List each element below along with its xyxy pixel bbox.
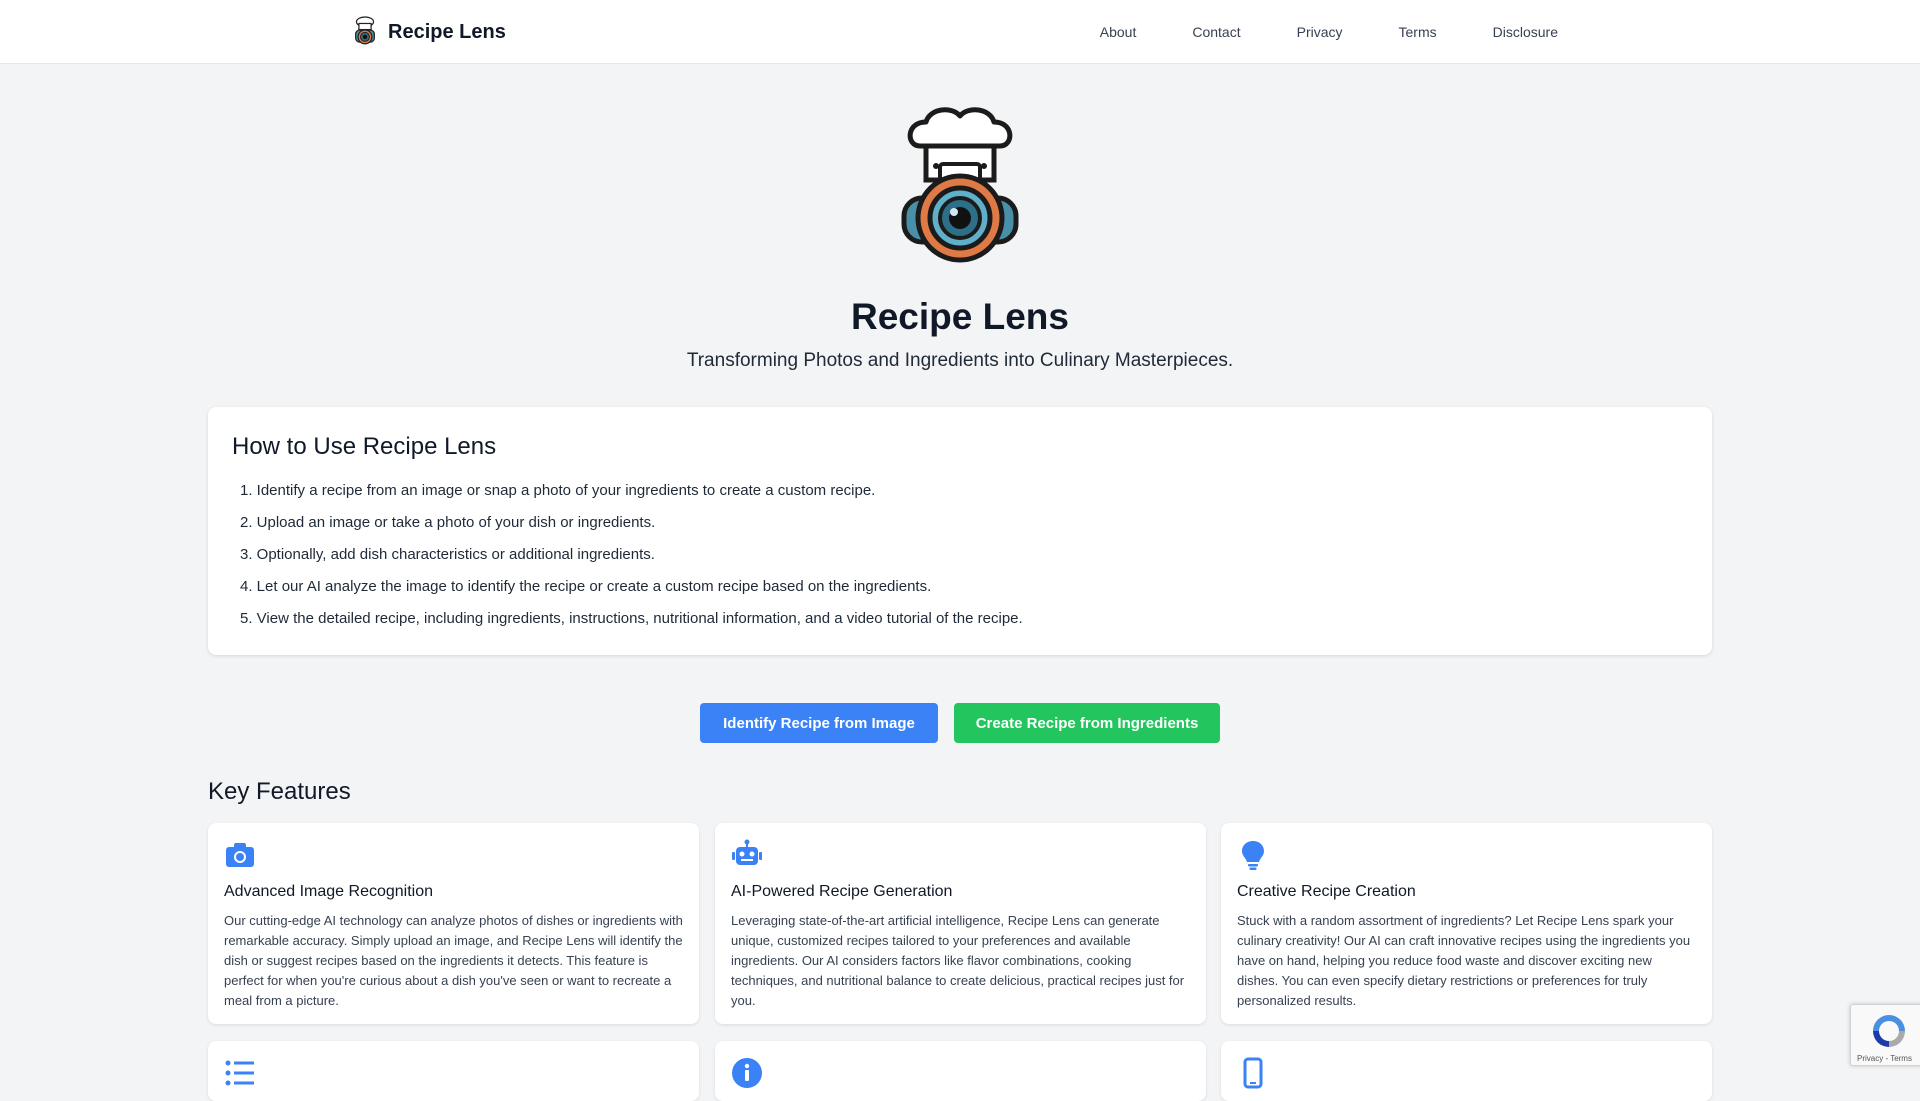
chef-camera-logo-icon: [355, 16, 375, 45]
feature-card: [208, 1041, 699, 1101]
identify-recipe-button[interactable]: Identify Recipe from Image: [700, 703, 938, 743]
nav-contact[interactable]: Contact: [1192, 24, 1240, 40]
hero-logo-icon: [901, 107, 1019, 263]
how-to-step: 3. Optionally, add dish characteristics …: [240, 546, 655, 563]
how-to-step: 1. Identify a recipe from an image or sn…: [240, 482, 876, 499]
recaptcha-links[interactable]: Privacy - Terms: [1857, 1054, 1912, 1063]
feature-card: AI-Powered Recipe Generation Leveraging …: [715, 823, 1206, 1024]
brand-name: Recipe Lens: [388, 20, 506, 43]
nav-disclosure[interactable]: Disclosure: [1493, 24, 1558, 40]
hero-title: Recipe Lens: [851, 296, 1069, 337]
camera-icon: [226, 843, 254, 867]
nav-about[interactable]: About: [1100, 24, 1137, 40]
how-to-step: 2. Upload an image or take a photo of yo…: [240, 514, 656, 531]
how-to-step: 5. View the detailed recipe, including i…: [240, 610, 1023, 627]
feature-title: Creative Recipe Creation: [1237, 883, 1416, 900]
feature-text: Our cutting-edge AI technology can analy…: [224, 913, 683, 1008]
feature-title: Advanced Image Recognition: [224, 883, 434, 900]
create-recipe-button[interactable]: Create Recipe from Ingredients: [954, 703, 1220, 743]
how-to-card: How to Use Recipe Lens 1. Identify a rec…: [208, 407, 1712, 655]
feature-card: [715, 1041, 1206, 1101]
recaptcha-badge[interactable]: Privacy - Terms: [1850, 1004, 1920, 1066]
nav-terms[interactable]: Terms: [1399, 24, 1437, 40]
robot-icon: [732, 839, 762, 865]
feature-card: [1221, 1041, 1712, 1101]
brand-link[interactable]: Recipe Lens: [352, 12, 506, 52]
hero-tagline: Transforming Photos and Ingredients into…: [686, 350, 1234, 371]
feature-card: Creative Recipe Creation Stuck with a ra…: [1221, 823, 1712, 1024]
top-nav: About Contact Privacy Terms Disclosure: [1100, 0, 1558, 64]
nav-privacy[interactable]: Privacy: [1297, 24, 1343, 40]
lightbulb-icon: [1242, 841, 1264, 870]
feature-title: AI-Powered Recipe Generation: [731, 883, 953, 900]
mobile-icon: [1243, 1057, 1263, 1089]
key-features-title: Key Features: [208, 778, 351, 805]
feature-text: Stuck with a random assortment of ingred…: [1237, 913, 1691, 1008]
how-to-step: 4. Let our AI analyze the image to ident…: [240, 578, 932, 595]
feature-card: Advanced Image Recognition Our cutting-e…: [208, 823, 699, 1024]
list-icon: [225, 1060, 254, 1086]
how-to-title: How to Use Recipe Lens: [232, 433, 497, 460]
site-header: Recipe Lens About Contact Privacy Terms …: [0, 0, 1920, 64]
info-icon: [732, 1058, 762, 1088]
feature-text: Leveraging state-of-the-art artificial i…: [731, 913, 1185, 1008]
recaptcha-logo-icon: [1873, 1015, 1905, 1047]
how-to-steps: 1. Identify a recipe from an image or sn…: [232, 475, 1688, 635]
